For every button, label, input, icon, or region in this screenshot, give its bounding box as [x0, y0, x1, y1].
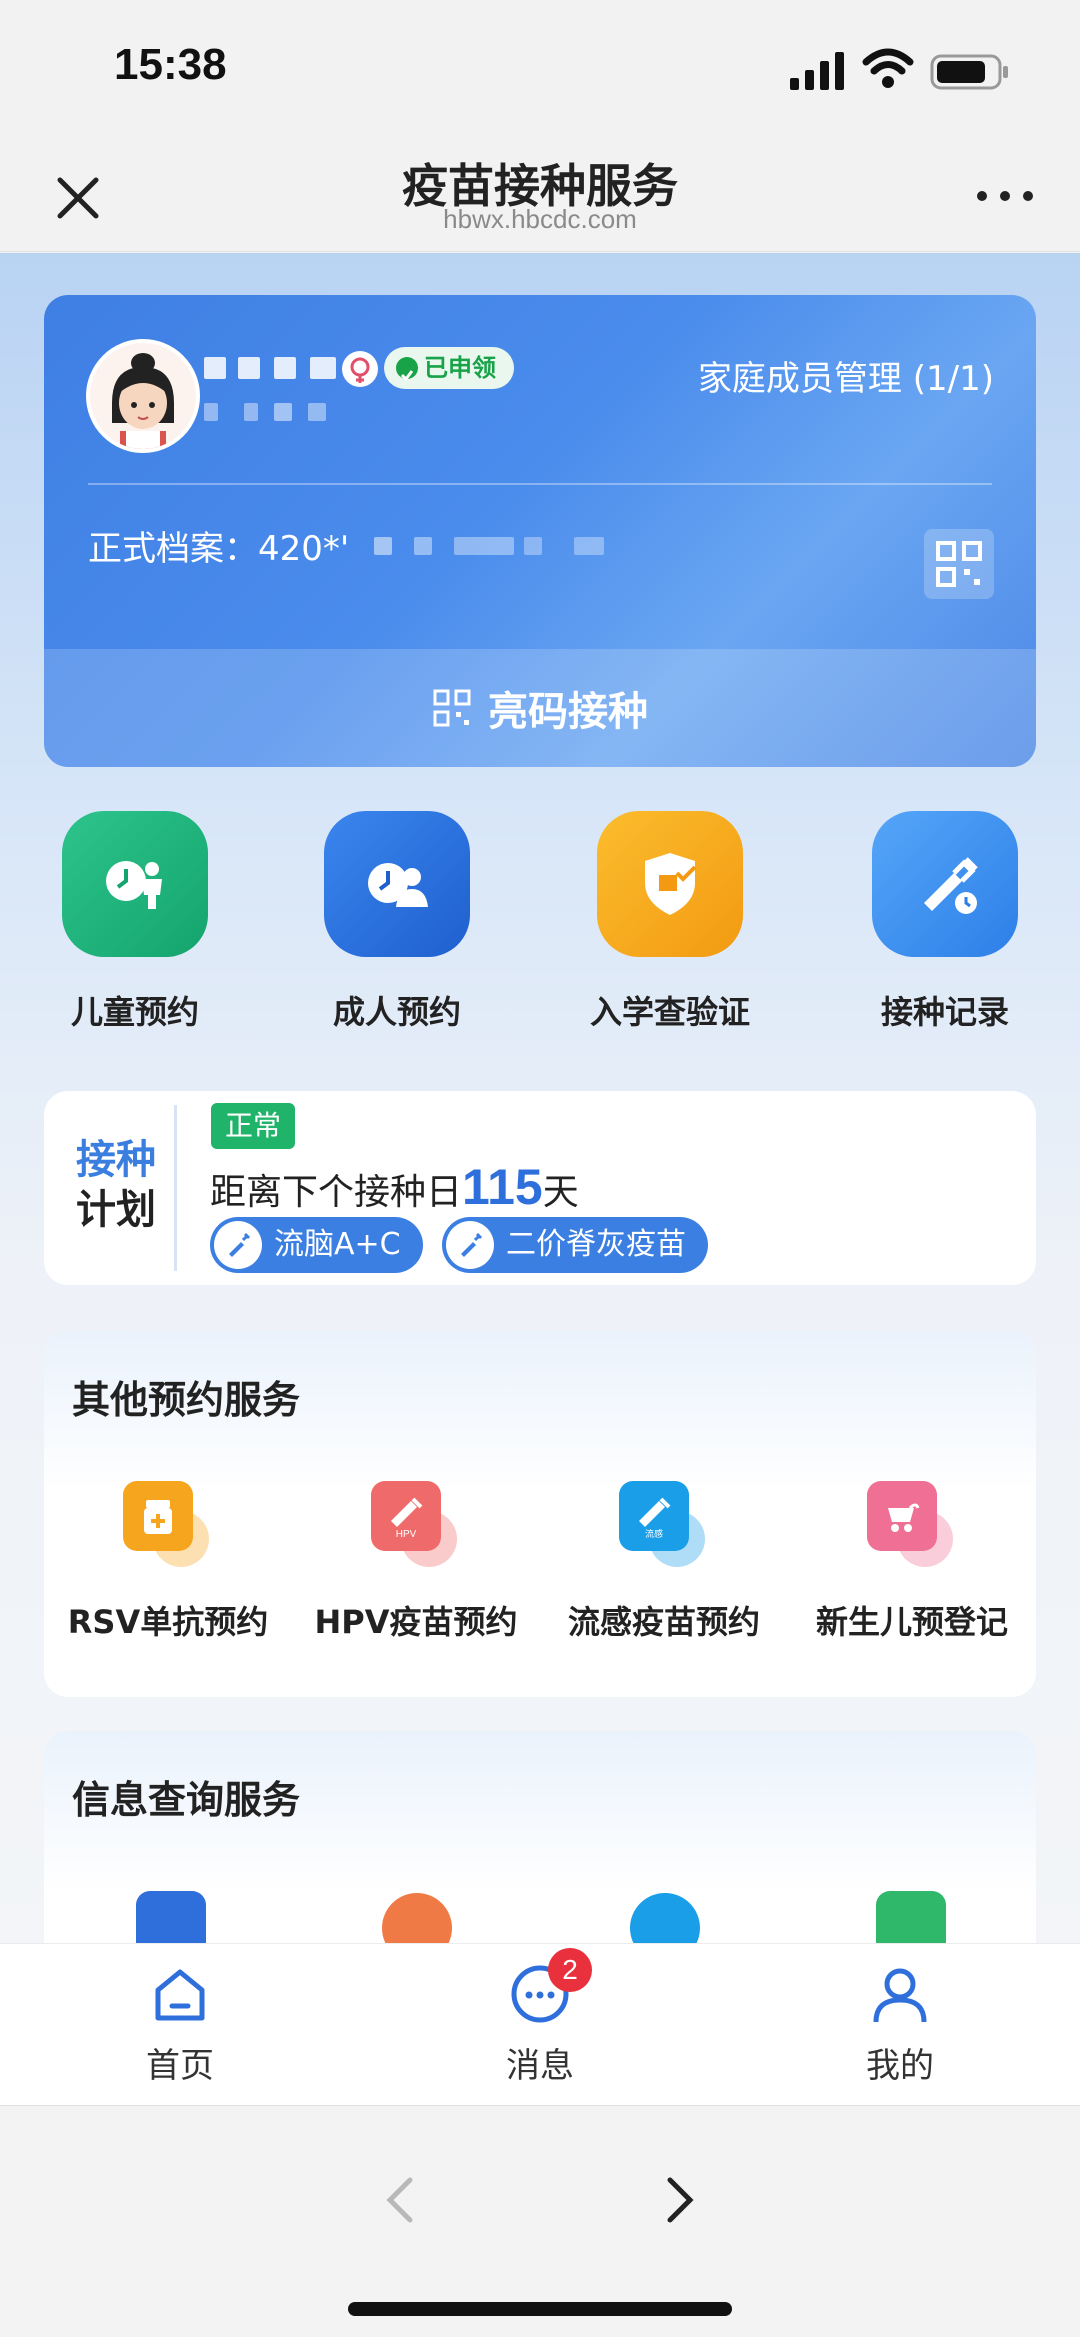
rsv-appointment-button[interactable]: RSV单抗预约: [44, 1481, 292, 1643]
tab-messages[interactable]: 2 消息: [440, 1948, 640, 2087]
masked-record-id: [374, 535, 634, 559]
child-appointment-button[interactable]: 儿童预约: [30, 811, 240, 1033]
cellular-signal-icon: [790, 52, 844, 90]
claimed-badge-label: 已申领: [424, 354, 496, 382]
vaccine-tag[interactable]: 二价脊灰疫苗: [442, 1217, 708, 1273]
school-verify-label: 入学查验证: [589, 993, 750, 1031]
show-code-label: 亮码接种: [488, 689, 648, 735]
child-avatar-icon: [90, 343, 196, 449]
quick-actions: 儿童预约 成人预约 入学查验证 接种记录: [0, 811, 1080, 1031]
nav-bar: 疫苗接种服务 hbwx.hbcdc.com: [0, 140, 1080, 252]
hpv-appointment-button[interactable]: HPV HPV疫苗预约: [292, 1481, 540, 1643]
next-vaccination-text: 距离下个接种日115天: [210, 1159, 579, 1221]
profile-card: 已申领 家庭成员管理 (1/1) 正式档案：420*' 亮码接种: [44, 295, 1036, 767]
plan-title-line1: 接种: [76, 1137, 156, 1183]
check-icon: [396, 357, 418, 382]
svg-text:HPV: HPV: [396, 1529, 417, 1540]
qr-code-icon: [433, 689, 471, 727]
days-remaining: 115: [462, 1159, 543, 1215]
plan-title-line2: 计划: [76, 1187, 156, 1233]
adult-appointment-button[interactable]: 成人预约: [292, 811, 502, 1033]
newborn-icon: [867, 1481, 937, 1551]
user-icon: [868, 1962, 932, 2026]
syringe-icon: [214, 1221, 262, 1269]
adult-appointment-icon: [324, 811, 470, 957]
vaccination-record-icon: [872, 811, 1018, 957]
other-services-card: 其他预约服务 RSV单抗预约 HPV HPV疫苗预约 流感 流感疫苗预约 新生儿…: [44, 1331, 1036, 1697]
vaccine-query-icon[interactable]: [136, 1891, 206, 1943]
home-indicator: [348, 2302, 732, 2316]
school-verify-icon: [597, 811, 743, 957]
info-services-card: 信息查询服务: [44, 1731, 1036, 1943]
forward-icon[interactable]: [648, 2170, 708, 2230]
record-id: 正式档案：420*': [88, 529, 350, 569]
message-icon: 2: [508, 1948, 592, 2026]
school-verify-button[interactable]: 入学查验证: [565, 811, 775, 1033]
avatar[interactable]: [86, 339, 200, 453]
vaccine-tag-label: 流脑A+C: [274, 1227, 401, 1262]
hpv-appointment-label: HPV疫苗预约: [314, 1603, 518, 1641]
certificate-query-icon[interactable]: [876, 1891, 946, 1943]
svg-text:流感: 流感: [645, 1528, 663, 1540]
vaccination-record-button[interactable]: 接种记录: [840, 811, 1050, 1033]
claimed-badge: 已申领: [384, 347, 514, 389]
syringe-icon: [446, 1221, 494, 1269]
vaccine-tag[interactable]: 流脑A+C: [210, 1217, 423, 1273]
tab-messages-label: 消息: [506, 2046, 574, 2086]
back-icon[interactable]: [372, 2170, 432, 2230]
next-vaccination-suffix: 天: [542, 1172, 579, 1213]
tab-bar: 首页 2 消息 我的: [0, 1943, 1080, 2105]
hpv-icon: HPV: [371, 1481, 441, 1551]
info-services-title: 信息查询服务: [72, 1778, 301, 1822]
tab-home[interactable]: 首页: [80, 1962, 280, 2087]
qr-code-icon[interactable]: [924, 529, 994, 599]
clinic-query-icon[interactable]: [630, 1893, 700, 1943]
vaccine-tag-label: 二价脊灰疫苗: [506, 1227, 686, 1262]
family-members-link[interactable]: 家庭成员管理 (1/1): [698, 351, 994, 400]
child-appointment-label: 儿童预约: [70, 993, 199, 1031]
unread-badge: 2: [548, 1948, 592, 1992]
other-services-title: 其他预约服务: [72, 1378, 301, 1422]
divider: [88, 483, 992, 485]
page-domain: hbwx.hbcdc.com: [443, 204, 637, 234]
tab-mine[interactable]: 我的: [800, 1962, 1000, 2087]
newborn-registration-button[interactable]: 新生儿预登记: [788, 1481, 1036, 1643]
home-icon: [148, 1962, 212, 2026]
status-bar: 15:38: [0, 0, 1080, 140]
status-time: 15:38: [114, 40, 227, 89]
rsv-appointment-label: RSV单抗预约: [67, 1603, 269, 1641]
next-vaccination-prefix: 距离下个接种日: [210, 1172, 463, 1213]
browser-toolbar: [0, 2105, 1080, 2337]
more-icon[interactable]: [970, 176, 1040, 216]
calendar-query-icon[interactable]: [382, 1893, 452, 1943]
divider: [174, 1105, 177, 1271]
flu-appointment-label: 流感疫苗预约: [567, 1603, 760, 1641]
rsv-icon: [123, 1481, 193, 1551]
flu-icon: 流感: [619, 1481, 689, 1551]
gender-icon: [342, 351, 378, 387]
flu-appointment-button[interactable]: 流感 流感疫苗预约: [540, 1481, 788, 1643]
plan-status-badge: 正常: [211, 1103, 296, 1149]
newborn-registration-label: 新生儿预登记: [815, 1603, 1008, 1641]
vaccination-record-label: 接种记录: [880, 993, 1009, 1031]
wifi-icon: [862, 48, 914, 88]
battery-icon: [930, 54, 1008, 90]
child-appointment-icon: [62, 811, 208, 957]
tab-mine-label: 我的: [866, 2046, 934, 2086]
tab-home-label: 首页: [146, 2046, 214, 2086]
show-code-button[interactable]: 亮码接种: [44, 649, 1036, 767]
main-content: 已申领 家庭成员管理 (1/1) 正式档案：420*' 亮码接种 儿童预约 成人…: [0, 253, 1080, 1943]
plan-title: 接种 计划: [66, 1135, 166, 1235]
vaccination-plan-card[interactable]: 接种 计划 正常 距离下个接种日115天 流脑A+C 二价脊灰疫苗: [44, 1091, 1036, 1285]
adult-appointment-label: 成人预约: [332, 993, 461, 1031]
